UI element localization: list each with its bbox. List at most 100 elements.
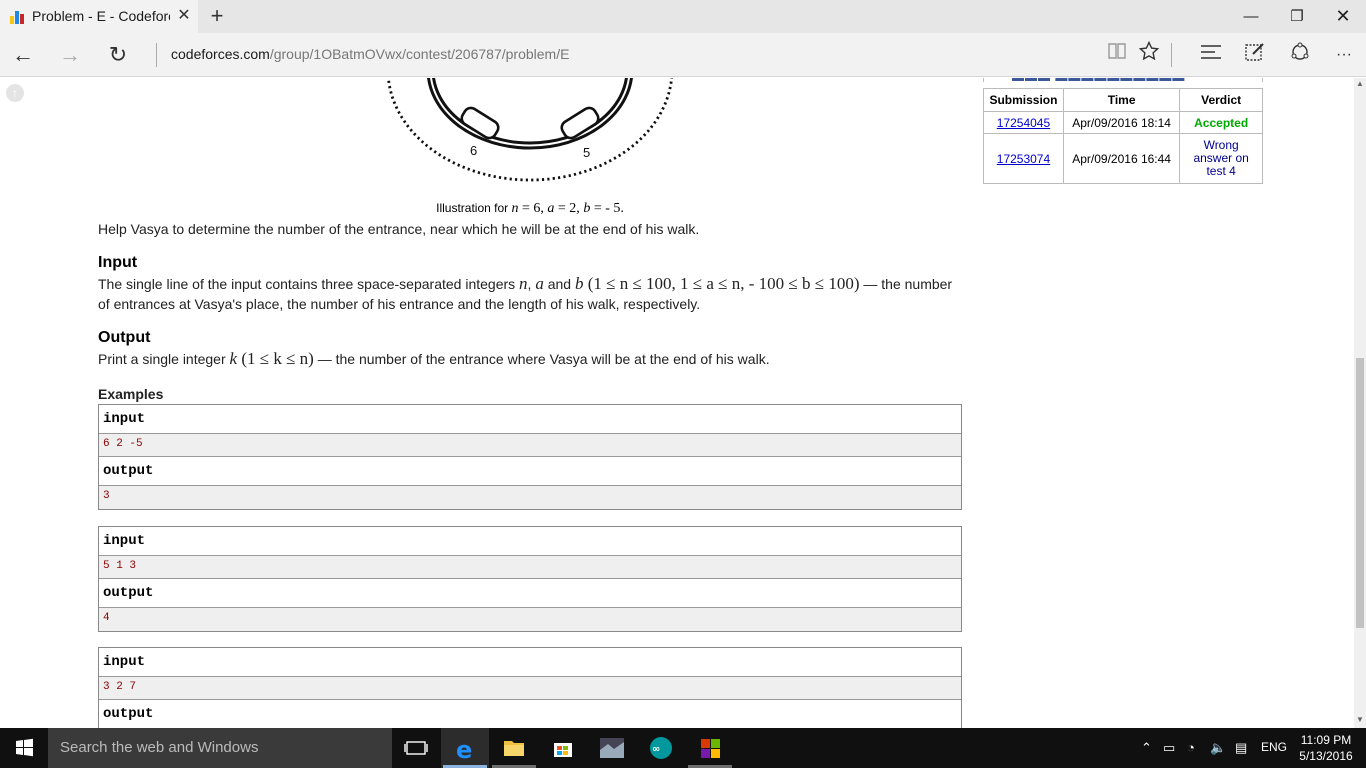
refresh-button[interactable]: ↻: [103, 40, 133, 70]
verdict-wrong-answer: Wrong answer on test 4: [1179, 133, 1263, 184]
volume-icon[interactable]: 🔈: [1210, 740, 1226, 756]
example-output-label: output: [99, 700, 961, 728]
taskbar: Search the web and Windows e ∞ ⌃ ▭ ◔ 🔈 ▤…: [0, 728, 1366, 768]
task-view-icon[interactable]: [392, 728, 440, 768]
navigation-bar: ← → ↻ codeforces.com/group/1OBatmOVwx/co…: [0, 33, 1366, 77]
example-input-label: input: [99, 527, 961, 556]
more-button[interactable]: ···: [1330, 41, 1358, 69]
page-content: ↑ 6 5 Illustration for n = 6, a = 2, b =…: [0, 78, 1354, 728]
examples-title: Examples: [98, 386, 164, 402]
help-text: Help Vasya to determine the number of th…: [98, 221, 700, 237]
share-icon[interactable]: [1286, 41, 1314, 69]
example-input-value: 3 2 7: [99, 677, 961, 700]
table-row: 17254045 Apr/09/2016 18:14 Accepted: [983, 111, 1263, 134]
example-output-label: output: [99, 457, 961, 486]
submission-time: Apr/09/2016 16:44: [1062, 133, 1181, 184]
input-var-a: a: [535, 274, 544, 293]
scroll-up-icon[interactable]: ▲: [1354, 78, 1366, 90]
vertical-scrollbar[interactable]: ▲ ▼: [1354, 78, 1366, 728]
battery-icon[interactable]: ▭: [1163, 740, 1175, 756]
arduino-icon[interactable]: ∞: [637, 728, 685, 768]
browser-tab[interactable]: Problem - E - Codeforce ✕: [0, 0, 198, 33]
entrance-label-5: 5: [583, 145, 590, 160]
verdict-column-header: Verdict: [1179, 88, 1263, 112]
input-section-title: Input: [98, 254, 138, 271]
reading-view-icon[interactable]: [1103, 41, 1131, 69]
example-input-label: input: [99, 648, 961, 677]
search-placeholder: Search the web and Windows: [60, 739, 259, 756]
svg-text:∞: ∞: [652, 744, 660, 755]
clock-time: 11:09 PM: [1300, 733, 1352, 747]
table-row: 17253074 Apr/09/2016 16:44 Wrong answer …: [983, 133, 1263, 184]
example-input-label: input: [99, 405, 961, 434]
input-var-n: n: [519, 274, 528, 293]
address-bar[interactable]: codeforces.com/group/1OBatmOVwx/contest/…: [171, 46, 569, 62]
input-and: and: [543, 276, 575, 292]
hub-icon[interactable]: [1197, 41, 1225, 69]
example-2: input 5 1 3 output 4: [98, 526, 962, 632]
media-app-icon[interactable]: [588, 728, 636, 768]
input-text-1: The single line of the input contains th…: [98, 276, 520, 292]
windows-start-icon[interactable]: [0, 728, 48, 768]
clock-date: 5/13/2016: [1299, 749, 1353, 763]
file-explorer-icon[interactable]: [490, 728, 538, 768]
taskbar-clock[interactable]: 11:09 PM 5/13/2016: [1290, 732, 1362, 764]
codeforces-favicon-icon: [10, 10, 26, 24]
wifi-icon[interactable]: ◔: [1187, 740, 1195, 755]
submission-link[interactable]: 17254045: [997, 116, 1050, 130]
input-description: The single line of the input contains th…: [98, 274, 960, 314]
scrollbar-thumb[interactable]: [1356, 358, 1364, 628]
web-note-icon[interactable]: [1241, 41, 1269, 69]
notifications-icon[interactable]: ▤: [1235, 740, 1247, 756]
example-1: input 6 2 -5 output 3: [98, 404, 962, 510]
scroll-down-icon[interactable]: ▼: [1354, 714, 1366, 726]
office-app-icon[interactable]: [686, 728, 734, 768]
address-host: codeforces.com: [171, 46, 270, 62]
illustration-caption: Illustration for n = 6, a = 2, b = - 5.: [0, 201, 1060, 217]
example-output-value: 3: [99, 486, 961, 509]
submission-link[interactable]: 17253074: [997, 152, 1050, 166]
tab-close-icon[interactable]: ✕: [176, 6, 192, 26]
example-3: input 3 2 7 output: [98, 647, 962, 728]
submission-time: Apr/09/2016 18:14: [1062, 111, 1181, 134]
toolbar-separator: [1171, 43, 1172, 67]
taskbar-search-input[interactable]: Search the web and Windows: [48, 728, 392, 768]
output-constraints: (1 ≤ k ≤ n): [237, 349, 314, 368]
output-section-title: Output: [98, 329, 151, 346]
back-button[interactable]: ←: [8, 40, 38, 70]
caption-n: n: [511, 201, 519, 216]
caption-eq1: = 6,: [518, 201, 548, 216]
show-hidden-icons-icon[interactable]: ⌃: [1141, 740, 1152, 756]
example-input-value: 5 1 3: [99, 556, 961, 579]
scroll-to-top-icon[interactable]: ↑: [6, 84, 24, 102]
favorite-star-icon[interactable]: [1135, 40, 1163, 69]
minimize-button[interactable]: —: [1228, 0, 1274, 33]
new-tab-button[interactable]: +: [206, 4, 228, 28]
input-constraints: (1 ≤ n ≤ 100, 1 ≤ a ≤ n, - 100 ≤ b ≤ 100…: [583, 274, 860, 293]
time-column-header: Time: [1062, 88, 1181, 112]
store-icon[interactable]: [539, 728, 587, 768]
forward-button[interactable]: →: [55, 40, 85, 70]
edge-browser-icon[interactable]: e: [441, 728, 489, 768]
caption-eq3: = - 5.: [590, 201, 624, 216]
example-output-value: 4: [99, 608, 961, 631]
verdict-accepted: Accepted: [1179, 111, 1263, 134]
output-var-k: k: [229, 349, 238, 368]
submissions-table: Submission Time Verdict 17254045 Apr/09/…: [983, 88, 1263, 184]
language-indicator[interactable]: ENG: [1261, 740, 1287, 754]
tab-title: Problem - E - Codeforce: [32, 8, 170, 24]
address-path: /group/1OBatmOVwx/contest/206787/problem…: [269, 46, 570, 62]
output-description: Print a single integer k (1 ≤ k ≤ n) — t…: [98, 349, 960, 369]
output-text-2: — the number of the entrance where Vasya…: [313, 351, 770, 367]
address-separator: [156, 43, 157, 67]
submission-column-header: Submission: [983, 88, 1064, 112]
example-output-label: output: [99, 579, 961, 608]
entrance-label-6: 6: [470, 143, 477, 158]
close-window-button[interactable]: ✕: [1320, 0, 1366, 33]
submissions-header-partial: ▬▬▬ ▬▬▬▬▬▬▬▬▬▬: [983, 78, 1263, 82]
restore-button[interactable]: ❐: [1274, 0, 1320, 33]
tab-bar: Problem - E - Codeforce ✕ + — ❐ ✕: [0, 0, 1366, 33]
submissions-header-row: Submission Time Verdict: [983, 88, 1263, 112]
caption-prefix: Illustration for: [436, 201, 512, 215]
problem-illustration: 6 5: [386, 78, 674, 182]
